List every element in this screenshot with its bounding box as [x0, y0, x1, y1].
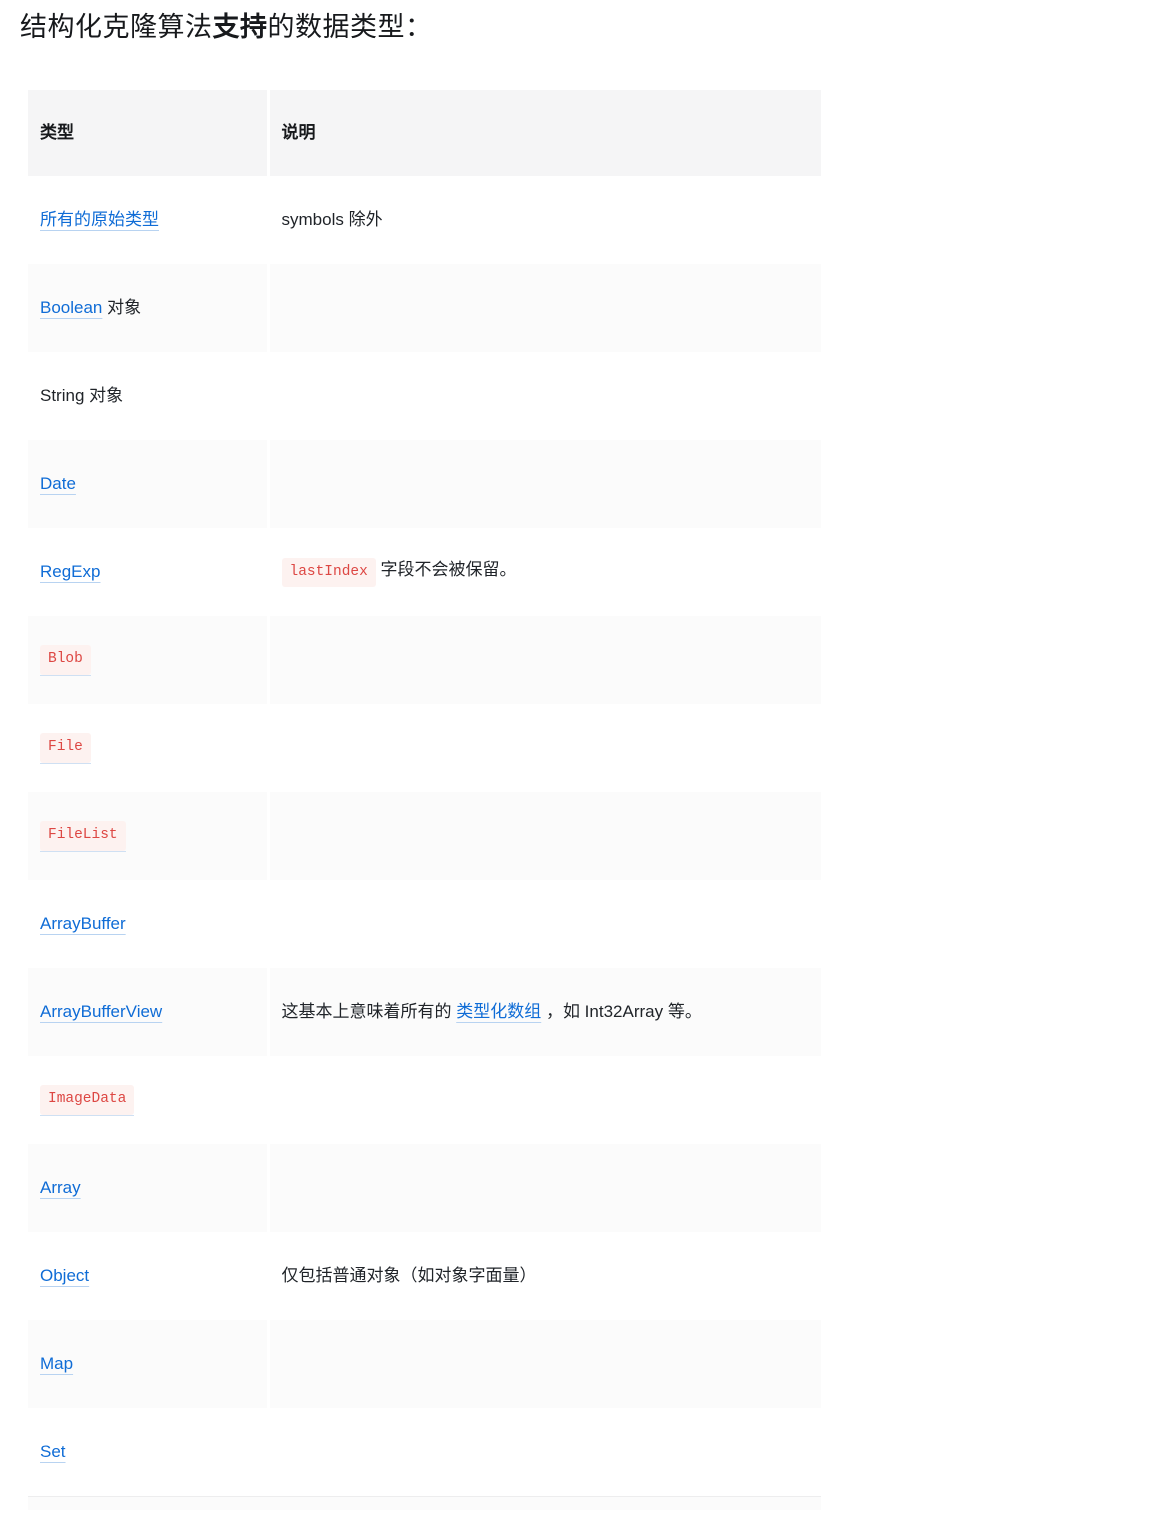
table-row: Date: [28, 440, 821, 528]
table-row: File: [28, 704, 821, 792]
table-row: FileList: [28, 792, 821, 880]
type-cell: Boolean 对象: [28, 264, 268, 352]
type-cell: ArrayBufferView: [28, 968, 268, 1056]
description-cell: [268, 704, 821, 792]
title-bold-text: 支持: [213, 12, 268, 42]
code-chip: lastIndex: [282, 558, 376, 588]
type-cell: Date: [28, 440, 268, 528]
table-row: RegExp lastIndex 字段不会被保留。: [28, 528, 821, 616]
column-header-description: 说明: [268, 90, 821, 176]
table-link[interactable]: Object: [40, 1266, 89, 1285]
code-chip: ImageData: [40, 1085, 134, 1115]
page-title: 结构化克隆算法支持的数据类型：: [20, 8, 1164, 46]
table-row: ArrayBuffer: [28, 880, 821, 968]
description-cell: [268, 1144, 821, 1232]
code-chip: File: [40, 733, 91, 763]
description-cell: 这基本上意味着所有的 类型化数组 ，如 Int32Array 等。: [268, 968, 821, 1056]
clipped-next-row: [28, 1496, 821, 1510]
description-cell: 仅包括普通对象（如对象字面量）: [268, 1232, 821, 1320]
column-header-type: 类型: [28, 90, 268, 176]
supported-types-table: 类型 说明 所有的原始类型 symbols 除外 Boolean 对象 String …: [28, 90, 821, 1496]
code-link[interactable]: ImageData: [40, 1084, 134, 1116]
description-cell: [268, 440, 821, 528]
type-cell: String 对象: [28, 352, 268, 440]
table-row: Map: [28, 1320, 821, 1408]
description-cell: [268, 880, 821, 968]
table-row: Array: [28, 1144, 821, 1232]
description-cell: [268, 1320, 821, 1408]
type-cell: ImageData: [28, 1056, 268, 1144]
description-cell: symbols 除外: [268, 176, 821, 264]
table-row: String 对象: [28, 352, 821, 440]
table-link[interactable]: 类型化数组: [456, 1002, 541, 1021]
code-chip: Blob: [40, 645, 91, 675]
type-cell: Blob: [28, 616, 268, 704]
table-row: ArrayBufferView 这基本上意味着所有的 类型化数组 ，如 Int32…: [28, 968, 821, 1056]
description-cell: [268, 1056, 821, 1144]
cell-text: 对象: [102, 298, 141, 317]
table-link[interactable]: Boolean: [40, 298, 102, 317]
table-link[interactable]: Map: [40, 1354, 73, 1373]
type-cell: File: [28, 704, 268, 792]
title-text: 的数据类型：: [268, 12, 433, 42]
table-row: 所有的原始类型 symbols 除外: [28, 176, 821, 264]
table-link[interactable]: Date: [40, 474, 76, 493]
table-row: Object 仅包括普通对象（如对象字面量）: [28, 1232, 821, 1320]
title-text: 结构化克隆算法: [20, 12, 213, 42]
table-link[interactable]: RegExp: [40, 562, 100, 581]
description-cell: lastIndex 字段不会被保留。: [268, 528, 821, 616]
type-cell: ArrayBuffer: [28, 880, 268, 968]
table-row: Blob: [28, 616, 821, 704]
table-link[interactable]: 所有的原始类型: [40, 210, 159, 229]
type-cell: Object: [28, 1232, 268, 1320]
cell-text: 仅包括普通对象（如对象字面量）: [282, 1266, 537, 1285]
type-cell: 所有的原始类型: [28, 176, 268, 264]
type-cell: Map: [28, 1320, 268, 1408]
cell-text: 这基本上意味着所有的: [282, 1002, 457, 1021]
table-link[interactable]: ArrayBuffer: [40, 914, 126, 933]
table-link[interactable]: Array: [40, 1178, 81, 1197]
type-cell: FileList: [28, 792, 268, 880]
type-cell: RegExp: [28, 528, 268, 616]
code-chip: FileList: [40, 821, 126, 851]
type-cell: Array: [28, 1144, 268, 1232]
code-link[interactable]: Blob: [40, 644, 91, 676]
description-cell: [268, 616, 821, 704]
table-row: Set: [28, 1408, 821, 1496]
type-cell: Set: [28, 1408, 268, 1496]
description-cell: [268, 792, 821, 880]
description-cell: [268, 352, 821, 440]
description-cell: [268, 264, 821, 352]
table-row: ImageData: [28, 1056, 821, 1144]
description-cell: [268, 1408, 821, 1496]
table-header-row: 类型 说明: [28, 90, 821, 176]
cell-text: String 对象: [40, 386, 123, 405]
cell-text: symbols 除外: [282, 210, 383, 229]
code-link[interactable]: FileList: [40, 820, 126, 852]
table-row: Boolean 对象: [28, 264, 821, 352]
cell-text: ，如 Int32Array 等。: [541, 1002, 702, 1021]
table-link[interactable]: ArrayBufferView: [40, 1002, 162, 1021]
code-link[interactable]: File: [40, 732, 91, 764]
cell-text: 字段不会被保留。: [376, 560, 517, 579]
table-link[interactable]: Set: [40, 1442, 66, 1461]
